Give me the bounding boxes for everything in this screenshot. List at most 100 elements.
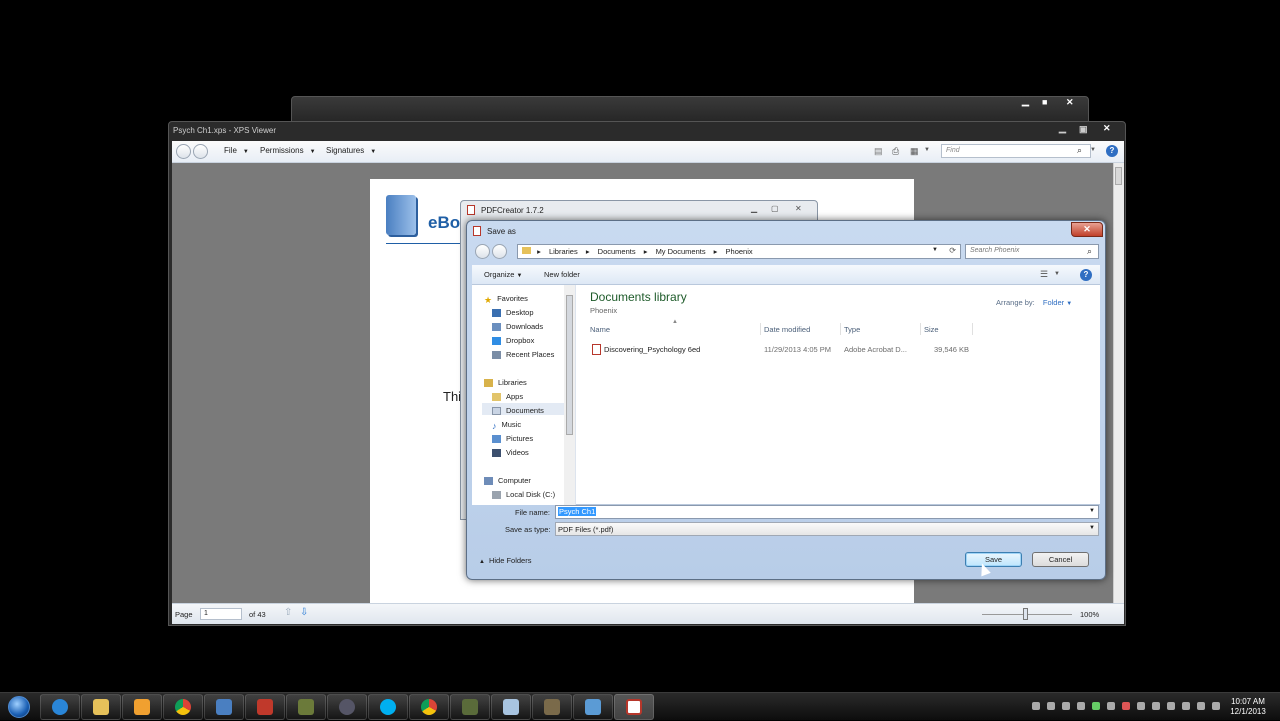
search-icon[interactable]: ⌕ (1077, 145, 1082, 156)
menu-file[interactable]: File ▼ (224, 146, 249, 155)
column-name[interactable]: Name (590, 325, 610, 334)
nav-documents[interactable]: Documents (492, 406, 544, 416)
taskbar-app-13[interactable] (532, 694, 572, 720)
scrollbar-thumb[interactable] (1115, 167, 1122, 185)
nav-music[interactable]: ♪ Music (492, 420, 521, 431)
forward-icon[interactable] (193, 144, 208, 159)
nav-favorites[interactable]: ★ Favorites (484, 294, 528, 305)
minimize-icon[interactable]: ▁ (751, 204, 757, 213)
chevron-down-icon[interactable]: ▼ (932, 247, 938, 253)
clock-date[interactable]: 12/1/2013 (1224, 707, 1272, 716)
taskbar-app-7[interactable] (286, 694, 326, 720)
close-icon[interactable]: ✕ (795, 204, 802, 213)
back-icon[interactable] (176, 144, 191, 159)
taskbar-pdfcreator[interactable] (614, 694, 654, 720)
tray-icon[interactable] (1107, 702, 1115, 710)
find-input[interactable]: Find (941, 144, 1091, 158)
chevron-right-icon[interactable]: ▸ (644, 247, 648, 256)
nav-downloads[interactable]: Downloads (492, 322, 543, 332)
taskbar-app-11[interactable] (450, 694, 490, 720)
minimize-icon[interactable]: ▁ (1059, 123, 1066, 134)
taskbar-app-14[interactable] (573, 694, 613, 720)
nav-computer[interactable]: Computer (484, 476, 531, 486)
tray-icon[interactable] (1167, 702, 1175, 710)
view-options-icon[interactable]: ☰ (1040, 269, 1048, 280)
zoom-slider-thumb[interactable] (1023, 608, 1028, 620)
nav-recent-places[interactable]: Recent Places (492, 350, 554, 360)
chevron-right-icon[interactable]: ▸ (714, 247, 718, 256)
forward-icon[interactable] (492, 244, 507, 259)
tray-icon[interactable] (1077, 702, 1085, 710)
taskbar-media-player[interactable] (122, 694, 162, 720)
network-icon[interactable] (1182, 702, 1190, 710)
clock-time[interactable]: 10:07 AM (1224, 697, 1272, 706)
new-folder-button[interactable]: New folder (544, 270, 580, 279)
taskbar-steam[interactable] (327, 694, 367, 720)
nav-libraries[interactable]: Libraries (484, 378, 527, 388)
search-icon[interactable]: ⌕ (1087, 246, 1092, 257)
taskbar-skype[interactable] (368, 694, 408, 720)
back-icon[interactable] (475, 244, 490, 259)
breadcrumb-phoenix[interactable]: Phoenix (726, 247, 753, 256)
maximize-icon[interactable]: ▢ (771, 204, 779, 213)
nav-apps[interactable]: Apps (492, 392, 523, 402)
help-icon[interactable]: ? (1106, 145, 1118, 157)
close-icon[interactable]: ✕ (1066, 97, 1074, 108)
outline-icon[interactable]: ▤ (874, 146, 883, 157)
print-icon[interactable]: ⎙ (892, 146, 899, 157)
help-icon[interactable]: ? (1080, 269, 1092, 281)
minimize-icon[interactable]: ▁ (1022, 96, 1029, 107)
file-name-input[interactable]: Psych Ch1 ▼ (555, 505, 1099, 519)
tray-icon[interactable] (1092, 702, 1100, 710)
arrow-down-icon[interactable]: ⇩ (300, 607, 308, 618)
taskbar-app-12[interactable] (491, 694, 531, 720)
tray-icon[interactable] (1137, 702, 1145, 710)
breadcrumb-my-documents[interactable]: My Documents (656, 247, 706, 256)
taskbar-chrome-2[interactable] (409, 694, 449, 720)
view-icon[interactable]: ▦ (910, 146, 919, 157)
chevron-down-icon[interactable]: ▼ (924, 147, 930, 153)
nav-dropbox[interactable]: Dropbox (492, 336, 534, 346)
volume-icon[interactable] (1197, 702, 1205, 710)
refresh-icon[interactable]: ⟳ (949, 246, 956, 255)
taskbar-internet-explorer[interactable] (40, 694, 80, 720)
menu-permissions[interactable]: Permissions ▼ (260, 146, 316, 155)
chevron-down-icon[interactable]: ▼ (1090, 147, 1096, 153)
taskbar-explorer[interactable] (81, 694, 121, 720)
chevron-right-icon[interactable]: ▸ (586, 247, 590, 256)
organize-button[interactable]: Organize ▼ (484, 270, 522, 279)
breadcrumb-libraries[interactable]: Libraries (549, 247, 578, 256)
save-button[interactable]: Save (965, 552, 1022, 567)
taskbar-app-6[interactable] (245, 694, 285, 720)
column-date-modified[interactable]: Date modified (764, 325, 810, 334)
nav-videos[interactable]: Videos (492, 448, 529, 458)
tray-icon[interactable] (1062, 702, 1070, 710)
chevron-right-icon[interactable]: ▸ (537, 247, 541, 256)
maximize-icon[interactable]: ■ (1042, 97, 1047, 107)
column-type[interactable]: Type (844, 325, 860, 334)
tray-icon[interactable] (1152, 702, 1160, 710)
nav-desktop[interactable]: Desktop (492, 308, 534, 318)
cancel-button[interactable]: Cancel (1032, 552, 1089, 567)
tray-icon[interactable] (1047, 702, 1055, 710)
close-button[interactable]: ✕ (1071, 222, 1103, 237)
address-bar[interactable]: ▸ Libraries ▸ Documents ▸ My Documents ▸… (517, 244, 961, 259)
maximize-icon[interactable]: ▣ (1079, 124, 1088, 135)
start-button[interactable] (2, 693, 36, 721)
close-icon[interactable]: ✕ (1103, 123, 1111, 134)
hide-folders-button[interactable]: ▲ Hide Folders (479, 556, 531, 565)
arrow-up-icon[interactable]: ⇧ (284, 607, 292, 618)
tray-icon[interactable] (1212, 702, 1220, 710)
nav-local-disk[interactable]: Local Disk (C:) (492, 490, 555, 500)
menu-signatures[interactable]: Signatures ▼ (326, 146, 376, 155)
nav-scrollbar-thumb[interactable] (566, 295, 573, 435)
search-input[interactable]: Search Phoenix (965, 244, 1099, 259)
column-size[interactable]: Size (924, 325, 939, 334)
save-type-select[interactable]: PDF Files (*.pdf) ▼ (555, 522, 1099, 536)
vertical-scrollbar[interactable] (1113, 163, 1124, 603)
taskbar-chrome[interactable] (163, 694, 203, 720)
nav-pictures[interactable]: Pictures (492, 434, 533, 444)
tray-icon[interactable] (1032, 702, 1040, 710)
chevron-down-icon[interactable]: ▼ (1054, 271, 1060, 277)
arrange-by-dropdown[interactable]: Folder ▼ (1043, 298, 1072, 307)
